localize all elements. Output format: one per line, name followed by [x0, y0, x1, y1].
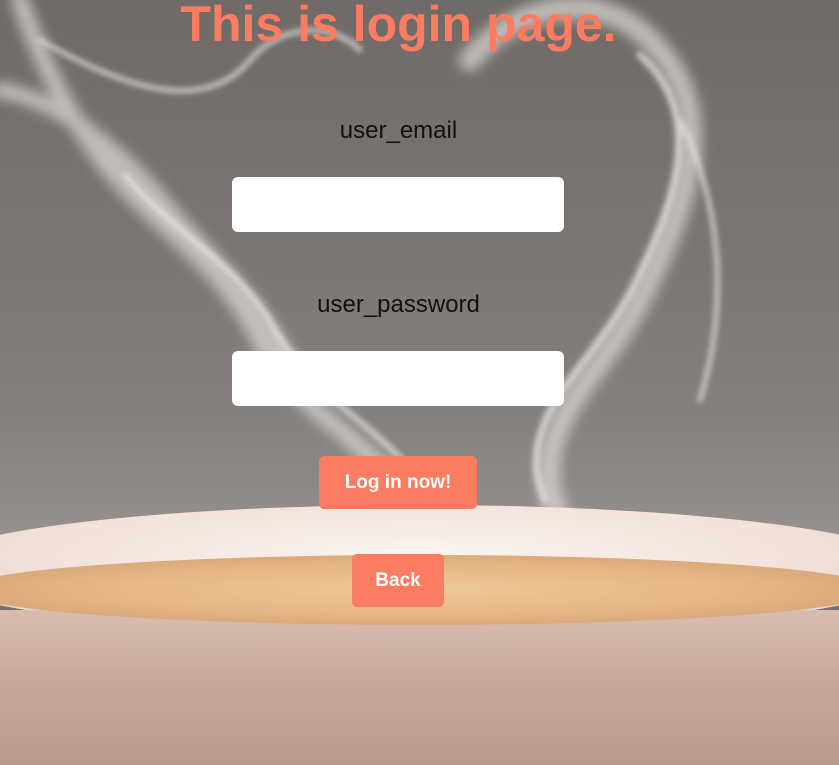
login-button[interactable]: Log in now! [319, 456, 477, 509]
password-label: user_password [317, 291, 480, 318]
email-input[interactable] [232, 177, 564, 232]
page-title: This is login page. [180, 0, 617, 52]
back-button[interactable]: Back [352, 554, 444, 607]
password-input[interactable] [232, 351, 564, 406]
email-label: user_email [339, 117, 458, 144]
login-container: This is login page. user_email user_pass… [0, 0, 839, 765]
